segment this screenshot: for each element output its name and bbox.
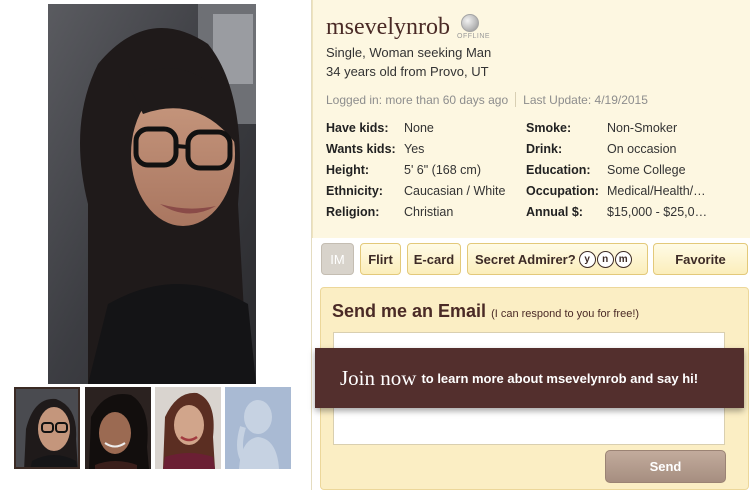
favorite-button[interactable]: Favorite bbox=[653, 243, 748, 275]
detail-row: Education: Some College bbox=[526, 163, 715, 184]
thumbnail-2[interactable] bbox=[85, 387, 151, 469]
send-button[interactable]: Send bbox=[605, 450, 726, 483]
detail-label: Height: bbox=[326, 163, 370, 177]
thumbnail-4[interactable] bbox=[225, 387, 291, 469]
email-title-text: Send me an Email bbox=[332, 301, 487, 321]
detail-value: Christian bbox=[404, 205, 454, 219]
secret-admirer-label: Secret Admirer? bbox=[475, 251, 576, 267]
detail-label: Occupation: bbox=[526, 184, 599, 198]
detail-value: None bbox=[404, 121, 434, 135]
photo-column bbox=[0, 0, 312, 490]
detail-label: Have kids: bbox=[326, 121, 389, 135]
username: msevelynrob bbox=[326, 14, 450, 40]
yes-badge-icon[interactable]: y bbox=[578, 250, 596, 268]
secret-admirer-button[interactable]: Secret Admirer? y n m bbox=[467, 243, 648, 275]
join-now-banner[interactable]: Join now to learn more about msevelynrob… bbox=[315, 348, 744, 408]
detail-label: Education: bbox=[526, 163, 591, 177]
photo-thumbnails bbox=[14, 387, 294, 471]
profile-header: msevelynrob OFFLINE Single, Woman seekin… bbox=[312, 0, 750, 238]
detail-value: Medical/Health/… bbox=[607, 184, 706, 198]
detail-label: Annual $: bbox=[526, 205, 583, 219]
detail-label: Wants kids: bbox=[326, 142, 396, 156]
ecard-button[interactable]: E-card bbox=[407, 243, 461, 275]
detail-value: Non-Smoker bbox=[607, 121, 678, 135]
detail-label: Drink: bbox=[526, 142, 563, 156]
detail-value: On occasion bbox=[607, 142, 677, 156]
thumbnail-3[interactable] bbox=[155, 387, 221, 469]
main-profile-photo[interactable] bbox=[48, 4, 256, 384]
detail-row: Height: 5' 6" (168 cm) bbox=[326, 163, 505, 184]
join-now-text: Join now bbox=[340, 365, 417, 390]
status-dot bbox=[461, 14, 479, 32]
activity-meta: Logged in: more than 60 days ago Last Upd… bbox=[326, 92, 648, 107]
profile-column: msevelynrob OFFLINE Single, Woman seekin… bbox=[312, 0, 750, 490]
age-location-text: 34 years old from Provo, UT bbox=[326, 64, 489, 79]
detail-value: Caucasian / White bbox=[404, 184, 506, 198]
status-text: OFFLINE bbox=[457, 33, 491, 40]
detail-row: Drink: On occasion bbox=[526, 142, 715, 163]
detail-row: Wants kids: Yes bbox=[326, 142, 505, 163]
details-left: Have kids: None Wants kids: Yes Height: 5' … bbox=[326, 121, 505, 226]
ynm-badges: y n m bbox=[578, 250, 632, 268]
thumbnail-1[interactable] bbox=[14, 387, 80, 469]
flirt-button[interactable]: Flirt bbox=[360, 243, 401, 275]
email-title: Send me an Email (I can respond to you f… bbox=[332, 301, 639, 322]
last-update-text: Last Update: 4/19/2015 bbox=[523, 93, 648, 107]
im-button[interactable]: IM bbox=[321, 243, 354, 275]
detail-row: Ethnicity: Caucasian / White bbox=[326, 184, 505, 205]
offline-status-icon: OFFLINE bbox=[457, 14, 490, 40]
detail-value: $15,000 - $25,0… bbox=[607, 205, 708, 219]
join-now-subtext: to learn more about msevelynrob and say … bbox=[421, 370, 699, 386]
detail-row: Annual $: $15,000 - $25,0… bbox=[526, 205, 715, 226]
details-right: Smoke: Non-Smoker Drink: On occasion Educa… bbox=[526, 121, 715, 226]
maybe-badge-icon[interactable]: m bbox=[614, 250, 632, 268]
detail-value: Some College bbox=[607, 163, 686, 177]
logged-in-text: Logged in: more than 60 days ago bbox=[326, 93, 509, 107]
detail-label: Religion: bbox=[326, 205, 380, 219]
detail-label: Ethnicity: bbox=[326, 184, 383, 198]
no-badge-icon[interactable]: n bbox=[596, 250, 614, 268]
detail-row: Smoke: Non-Smoker bbox=[526, 121, 715, 142]
meta-divider bbox=[515, 92, 517, 107]
detail-label: Smoke: bbox=[526, 121, 572, 135]
seeking-text: Single, Woman seeking Man bbox=[326, 45, 492, 60]
email-subtitle: (I can respond to you for free!) bbox=[491, 308, 640, 320]
detail-row: Have kids: None bbox=[326, 121, 505, 142]
detail-value: 5' 6" (168 cm) bbox=[404, 163, 481, 177]
detail-value: Yes bbox=[404, 142, 425, 156]
detail-row: Religion: Christian bbox=[326, 205, 505, 226]
detail-row: Occupation: Medical/Health/… bbox=[526, 184, 715, 205]
